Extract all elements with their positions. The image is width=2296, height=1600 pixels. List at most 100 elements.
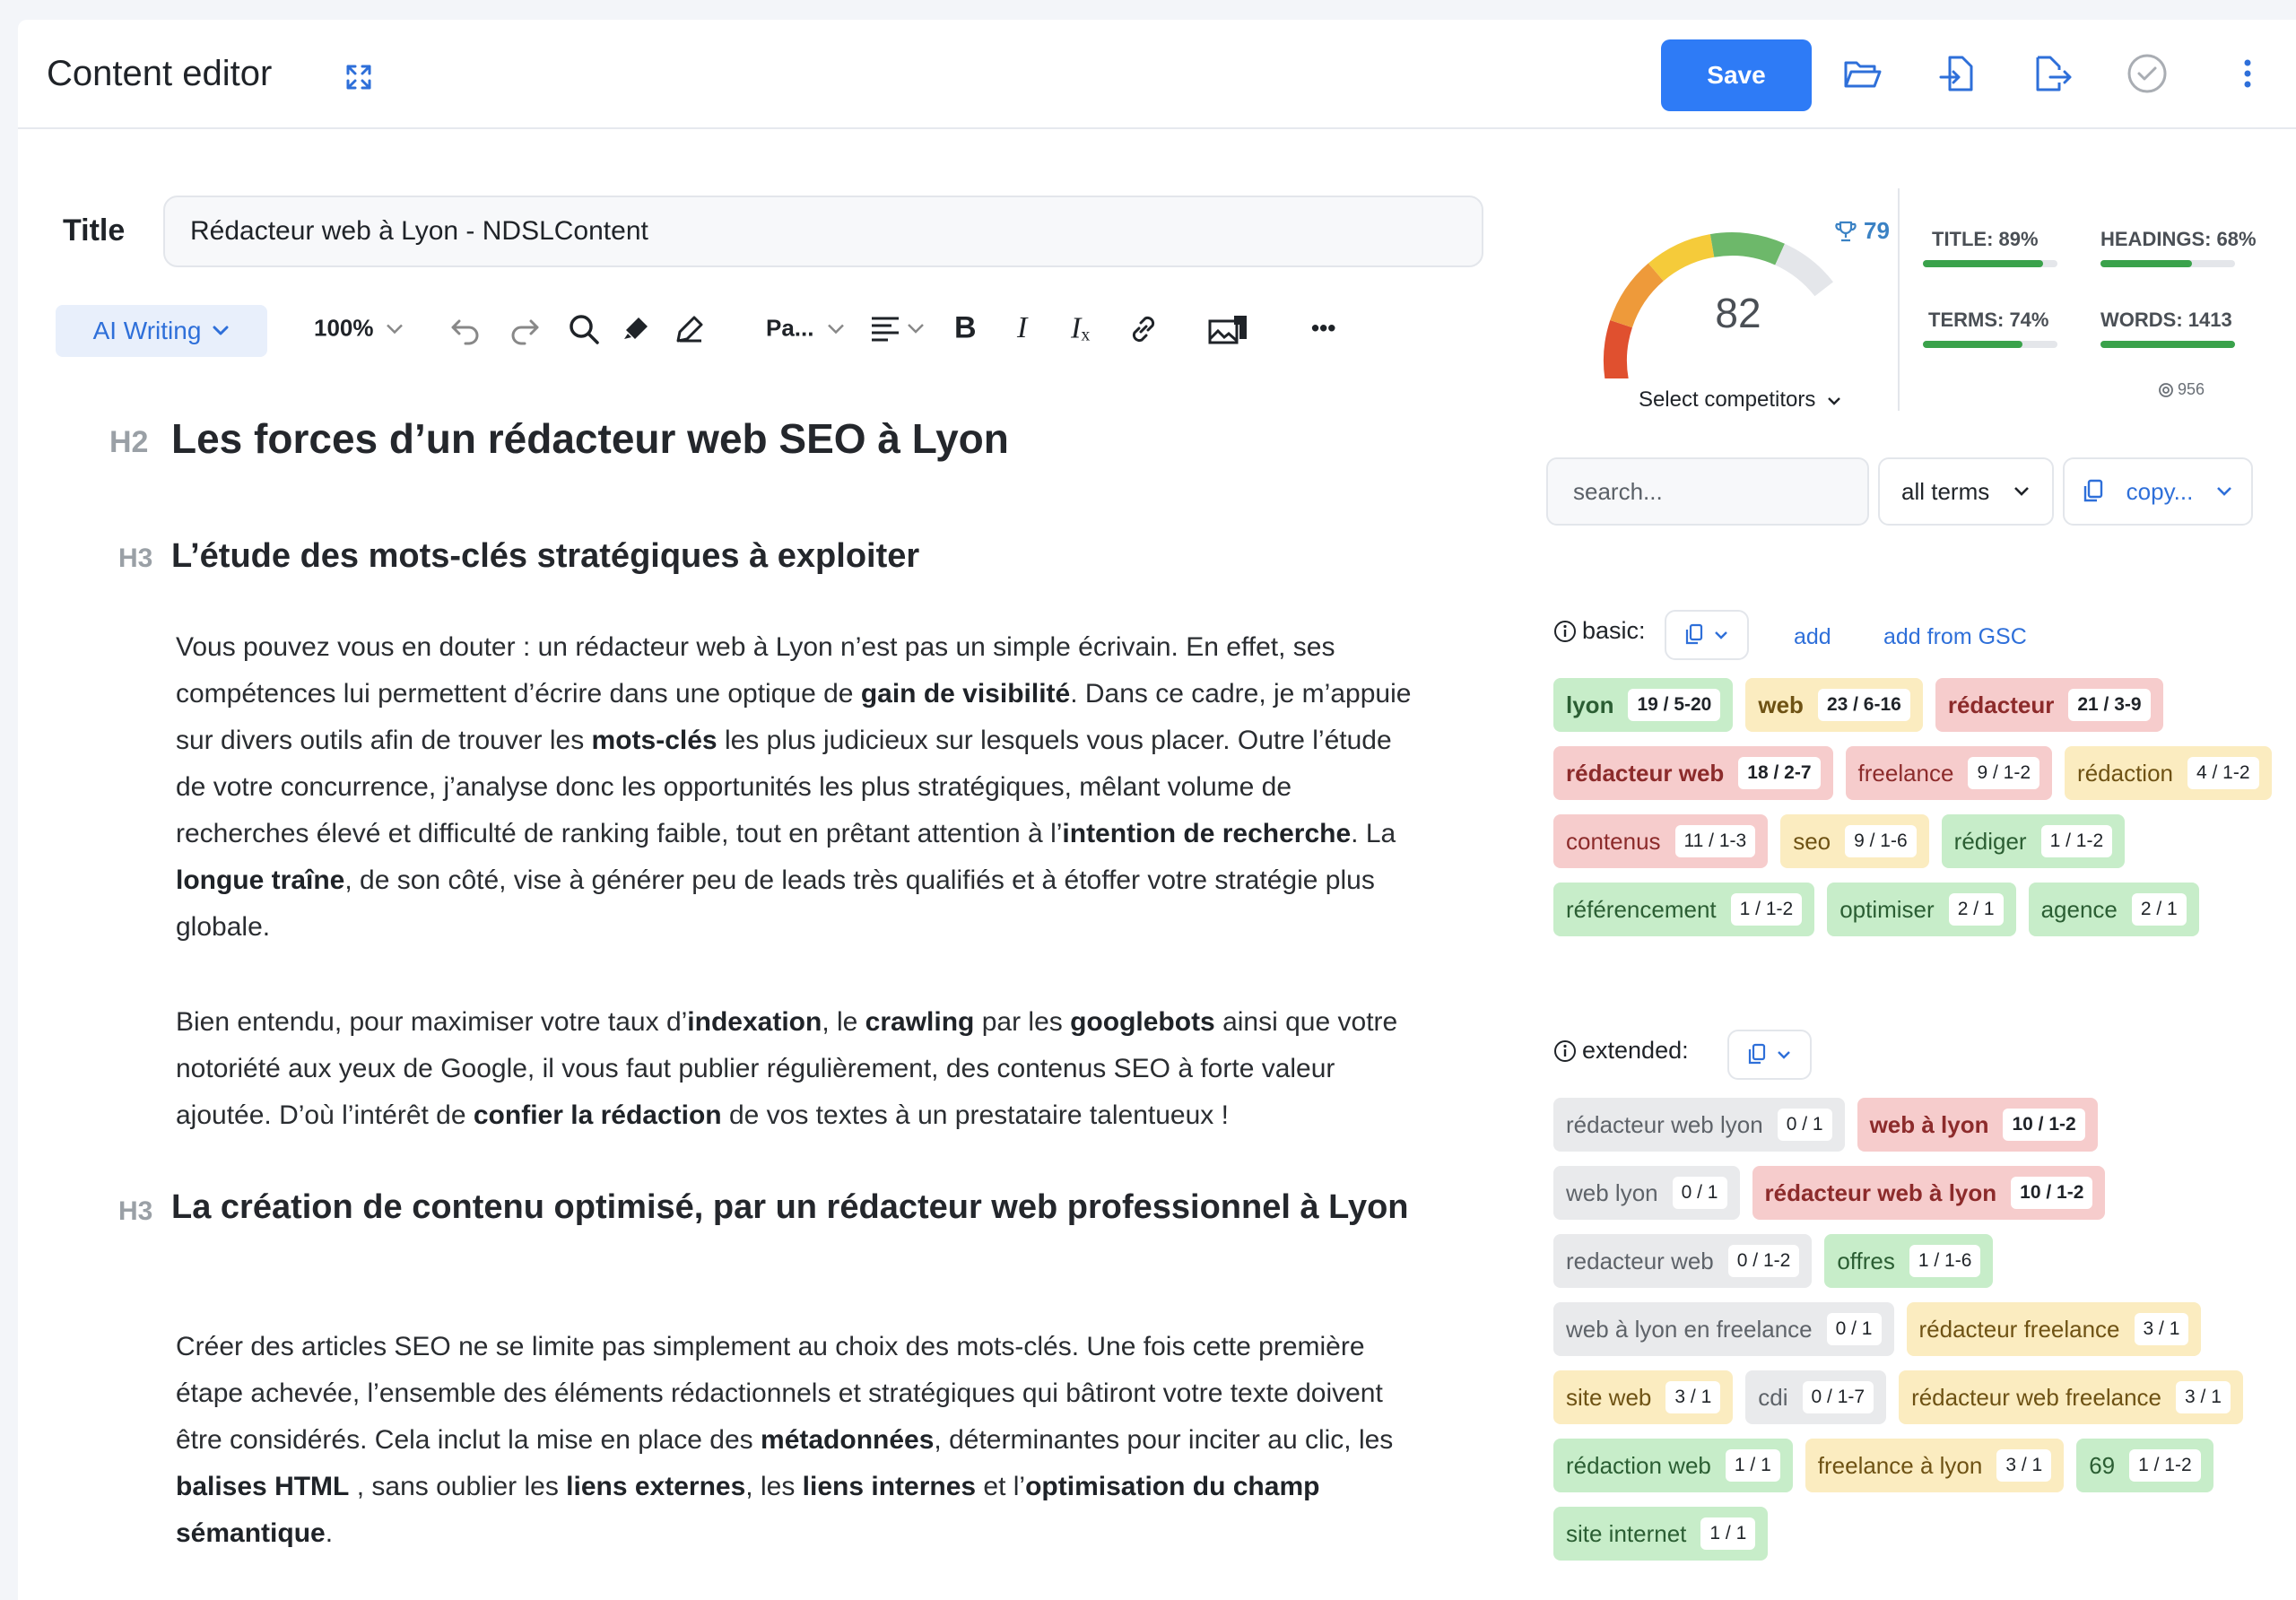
add-term-link[interactable]: add bbox=[1794, 624, 1831, 650]
ai-writing-label: AI Writing bbox=[92, 317, 202, 344]
term-chip[interactable]: web à lyon en freelance 0 / 1 bbox=[1553, 1302, 1894, 1356]
competitor-score-value: 79 bbox=[1864, 217, 1890, 244]
heading-h3[interactable]: La création de contenu optimisé, par un … bbox=[171, 1182, 1409, 1232]
term-chip[interactable]: rédacteur web à lyon 10 / 1-2 bbox=[1752, 1166, 2106, 1220]
term-chip[interactable]: web 23 / 6-16 bbox=[1745, 678, 1923, 732]
paragraph[interactable]: Vous pouvez vous en douter : un rédacteu… bbox=[176, 624, 1413, 951]
term-label: offres bbox=[1837, 1247, 1895, 1274]
copy-select[interactable]: copy... bbox=[2063, 457, 2253, 526]
term-chip[interactable]: rédacteur web 18 / 2-7 bbox=[1553, 746, 1833, 800]
add-from-gsc-link[interactable]: add from GSC bbox=[1883, 624, 2027, 650]
extended-label-text: extended: bbox=[1582, 1037, 1689, 1064]
bold-text: métadonnées bbox=[761, 1425, 935, 1455]
term-chip[interactable]: référencement 1 / 1-2 bbox=[1553, 883, 1815, 936]
bold-text: balises HTML bbox=[176, 1472, 350, 1501]
link-icon[interactable] bbox=[1126, 312, 1161, 346]
ai-writing-dropdown[interactable]: AI Writing bbox=[56, 305, 267, 357]
term-chip[interactable]: rédacteur web freelance 3 / 1 bbox=[1899, 1370, 2243, 1424]
term-label: web lyon bbox=[1566, 1178, 1658, 1206]
term-chip[interactable]: web à lyon 10 / 1-2 bbox=[1857, 1098, 2098, 1152]
import-file-icon[interactable] bbox=[1937, 52, 1980, 95]
term-label: rédacteur web lyon bbox=[1566, 1110, 1763, 1138]
content-score: 82 bbox=[1715, 290, 1761, 336]
term-count: 1 / 1 bbox=[1700, 1517, 1756, 1550]
save-button[interactable]: Save bbox=[1661, 39, 1812, 111]
highlighter-icon[interactable] bbox=[619, 312, 653, 346]
term-chip[interactable]: seo 9 / 1-6 bbox=[1780, 814, 1929, 868]
terms-search-input[interactable]: search... bbox=[1546, 457, 1869, 526]
zoom-value: 100% bbox=[314, 314, 374, 342]
image-gallery-icon[interactable] bbox=[1207, 312, 1248, 346]
term-count: 23 / 6-16 bbox=[1817, 689, 1910, 721]
paragraph-style-select[interactable]: Pa... bbox=[766, 315, 846, 343]
term-chip[interactable]: rédaction 4 / 1-2 bbox=[2065, 746, 2272, 800]
words-target: 956 bbox=[2158, 380, 2205, 399]
undo-icon[interactable] bbox=[448, 312, 483, 346]
h2-marker: H2 bbox=[109, 425, 149, 459]
term-chip[interactable]: rédacteur freelance 3 / 1 bbox=[1906, 1302, 2202, 1356]
pen-icon[interactable] bbox=[673, 312, 707, 346]
title-input[interactable]: Rédacteur web à Lyon - NDSLContent bbox=[163, 196, 1483, 267]
check-circle-icon[interactable] bbox=[2126, 52, 2169, 95]
extended-copy-button[interactable] bbox=[1727, 1030, 1812, 1080]
term-label: rédacteur web à lyon bbox=[1764, 1178, 1997, 1206]
bold-text: mots-clés bbox=[591, 726, 718, 755]
words-target-value: 956 bbox=[2178, 380, 2205, 398]
heading-h3[interactable]: L’étude des mots-clés stratégiques à exp… bbox=[171, 531, 1427, 581]
term-chip[interactable]: redacteur web 0 / 1-2 bbox=[1553, 1234, 1813, 1288]
bold-icon[interactable]: B bbox=[954, 311, 977, 346]
term-chip[interactable]: optimiser 2 / 1 bbox=[1827, 883, 2016, 936]
paragraph[interactable]: Bien entendu, pour maximiser votre taux … bbox=[176, 999, 1413, 1139]
term-chip[interactable]: rédaction web 1 / 1 bbox=[1553, 1439, 1793, 1492]
term-chip[interactable]: web lyon 0 / 1 bbox=[1553, 1166, 1740, 1220]
metric-title-bar bbox=[1923, 260, 2057, 267]
zoom-select[interactable]: 100% bbox=[314, 315, 404, 343]
chevron-down-icon bbox=[2014, 487, 2029, 496]
basic-copy-button[interactable] bbox=[1665, 610, 1749, 660]
term-count: 10 / 1-2 bbox=[2003, 1109, 2085, 1141]
term-chip[interactable]: site internet 1 / 1 bbox=[1553, 1507, 1769, 1561]
term-chip[interactable]: site web 3 / 1 bbox=[1553, 1370, 1734, 1424]
term-chip[interactable]: rédacteur 21 / 3-9 bbox=[1935, 678, 2163, 732]
select-competitors-button[interactable]: Select competitors bbox=[1614, 387, 1866, 413]
term-chip[interactable]: freelance 9 / 1-2 bbox=[1845, 746, 2053, 800]
paragraph-style-value: Pa... bbox=[766, 314, 814, 342]
terms-filter-value: all terms bbox=[1901, 477, 1990, 505]
more-menu-icon[interactable] bbox=[2226, 52, 2269, 95]
bold-text: confier la rédaction bbox=[473, 1100, 722, 1130]
text-run: , sans oublier les bbox=[349, 1472, 567, 1501]
redo-icon[interactable] bbox=[508, 312, 542, 346]
more-tools-icon[interactable]: ••• bbox=[1311, 315, 1335, 343]
search-icon[interactable] bbox=[567, 312, 601, 346]
metric-words-fill bbox=[2100, 341, 2235, 348]
title-label: Title bbox=[63, 213, 126, 248]
select-competitors-label: Select competitors bbox=[1638, 387, 1816, 412]
term-chip[interactable]: 69 1 / 1-2 bbox=[2076, 1439, 2213, 1492]
metric-terms: TERMS: 74% bbox=[1928, 309, 2049, 331]
term-chip[interactable]: agence 2 / 1 bbox=[2028, 883, 2199, 936]
export-file-icon[interactable] bbox=[2031, 52, 2074, 95]
copy-icon bbox=[1685, 623, 1703, 645]
term-chip[interactable]: freelance à lyon 3 / 1 bbox=[1805, 1439, 2065, 1492]
term-chip[interactable]: rédacteur web lyon 0 / 1 bbox=[1553, 1098, 1845, 1152]
heading-h2[interactable]: Les forces d’un rédacteur web SEO à Lyon bbox=[171, 414, 1009, 463]
paragraph[interactable]: Créer des articles SEO ne se limite pas … bbox=[176, 1324, 1413, 1557]
term-chip[interactable]: cdi 0 / 1-7 bbox=[1745, 1370, 1887, 1424]
header-bar: Content editor Save bbox=[18, 20, 2296, 129]
clear-format-icon[interactable]: Ix bbox=[1071, 311, 1090, 346]
term-chip[interactable]: lyon 19 / 5-20 bbox=[1553, 678, 1734, 732]
open-folder-icon[interactable] bbox=[1840, 52, 1883, 95]
term-chip[interactable]: offres 1 / 1-6 bbox=[1824, 1234, 1994, 1288]
term-chip[interactable]: contenus 11 / 1-3 bbox=[1553, 814, 1769, 868]
term-count: 3 / 1 bbox=[2134, 1313, 2189, 1345]
gauge-arc bbox=[1709, 232, 1785, 265]
italic-icon[interactable]: I bbox=[1017, 311, 1027, 345]
terms-filter-select[interactable]: all terms bbox=[1878, 457, 2054, 526]
text-run: , déterminantes pour inciter au clic, le… bbox=[934, 1425, 1394, 1455]
metric-words-bar bbox=[2100, 341, 2235, 348]
expand-icon[interactable] bbox=[343, 61, 375, 93]
term-chip[interactable]: rédiger 1 / 1-2 bbox=[1941, 814, 2126, 868]
content-editor-window: Content editor Save Title Rédacteur web … bbox=[18, 20, 2296, 1600]
align-select[interactable] bbox=[870, 315, 926, 342]
term-count: 10 / 1-2 bbox=[2011, 1177, 2093, 1209]
